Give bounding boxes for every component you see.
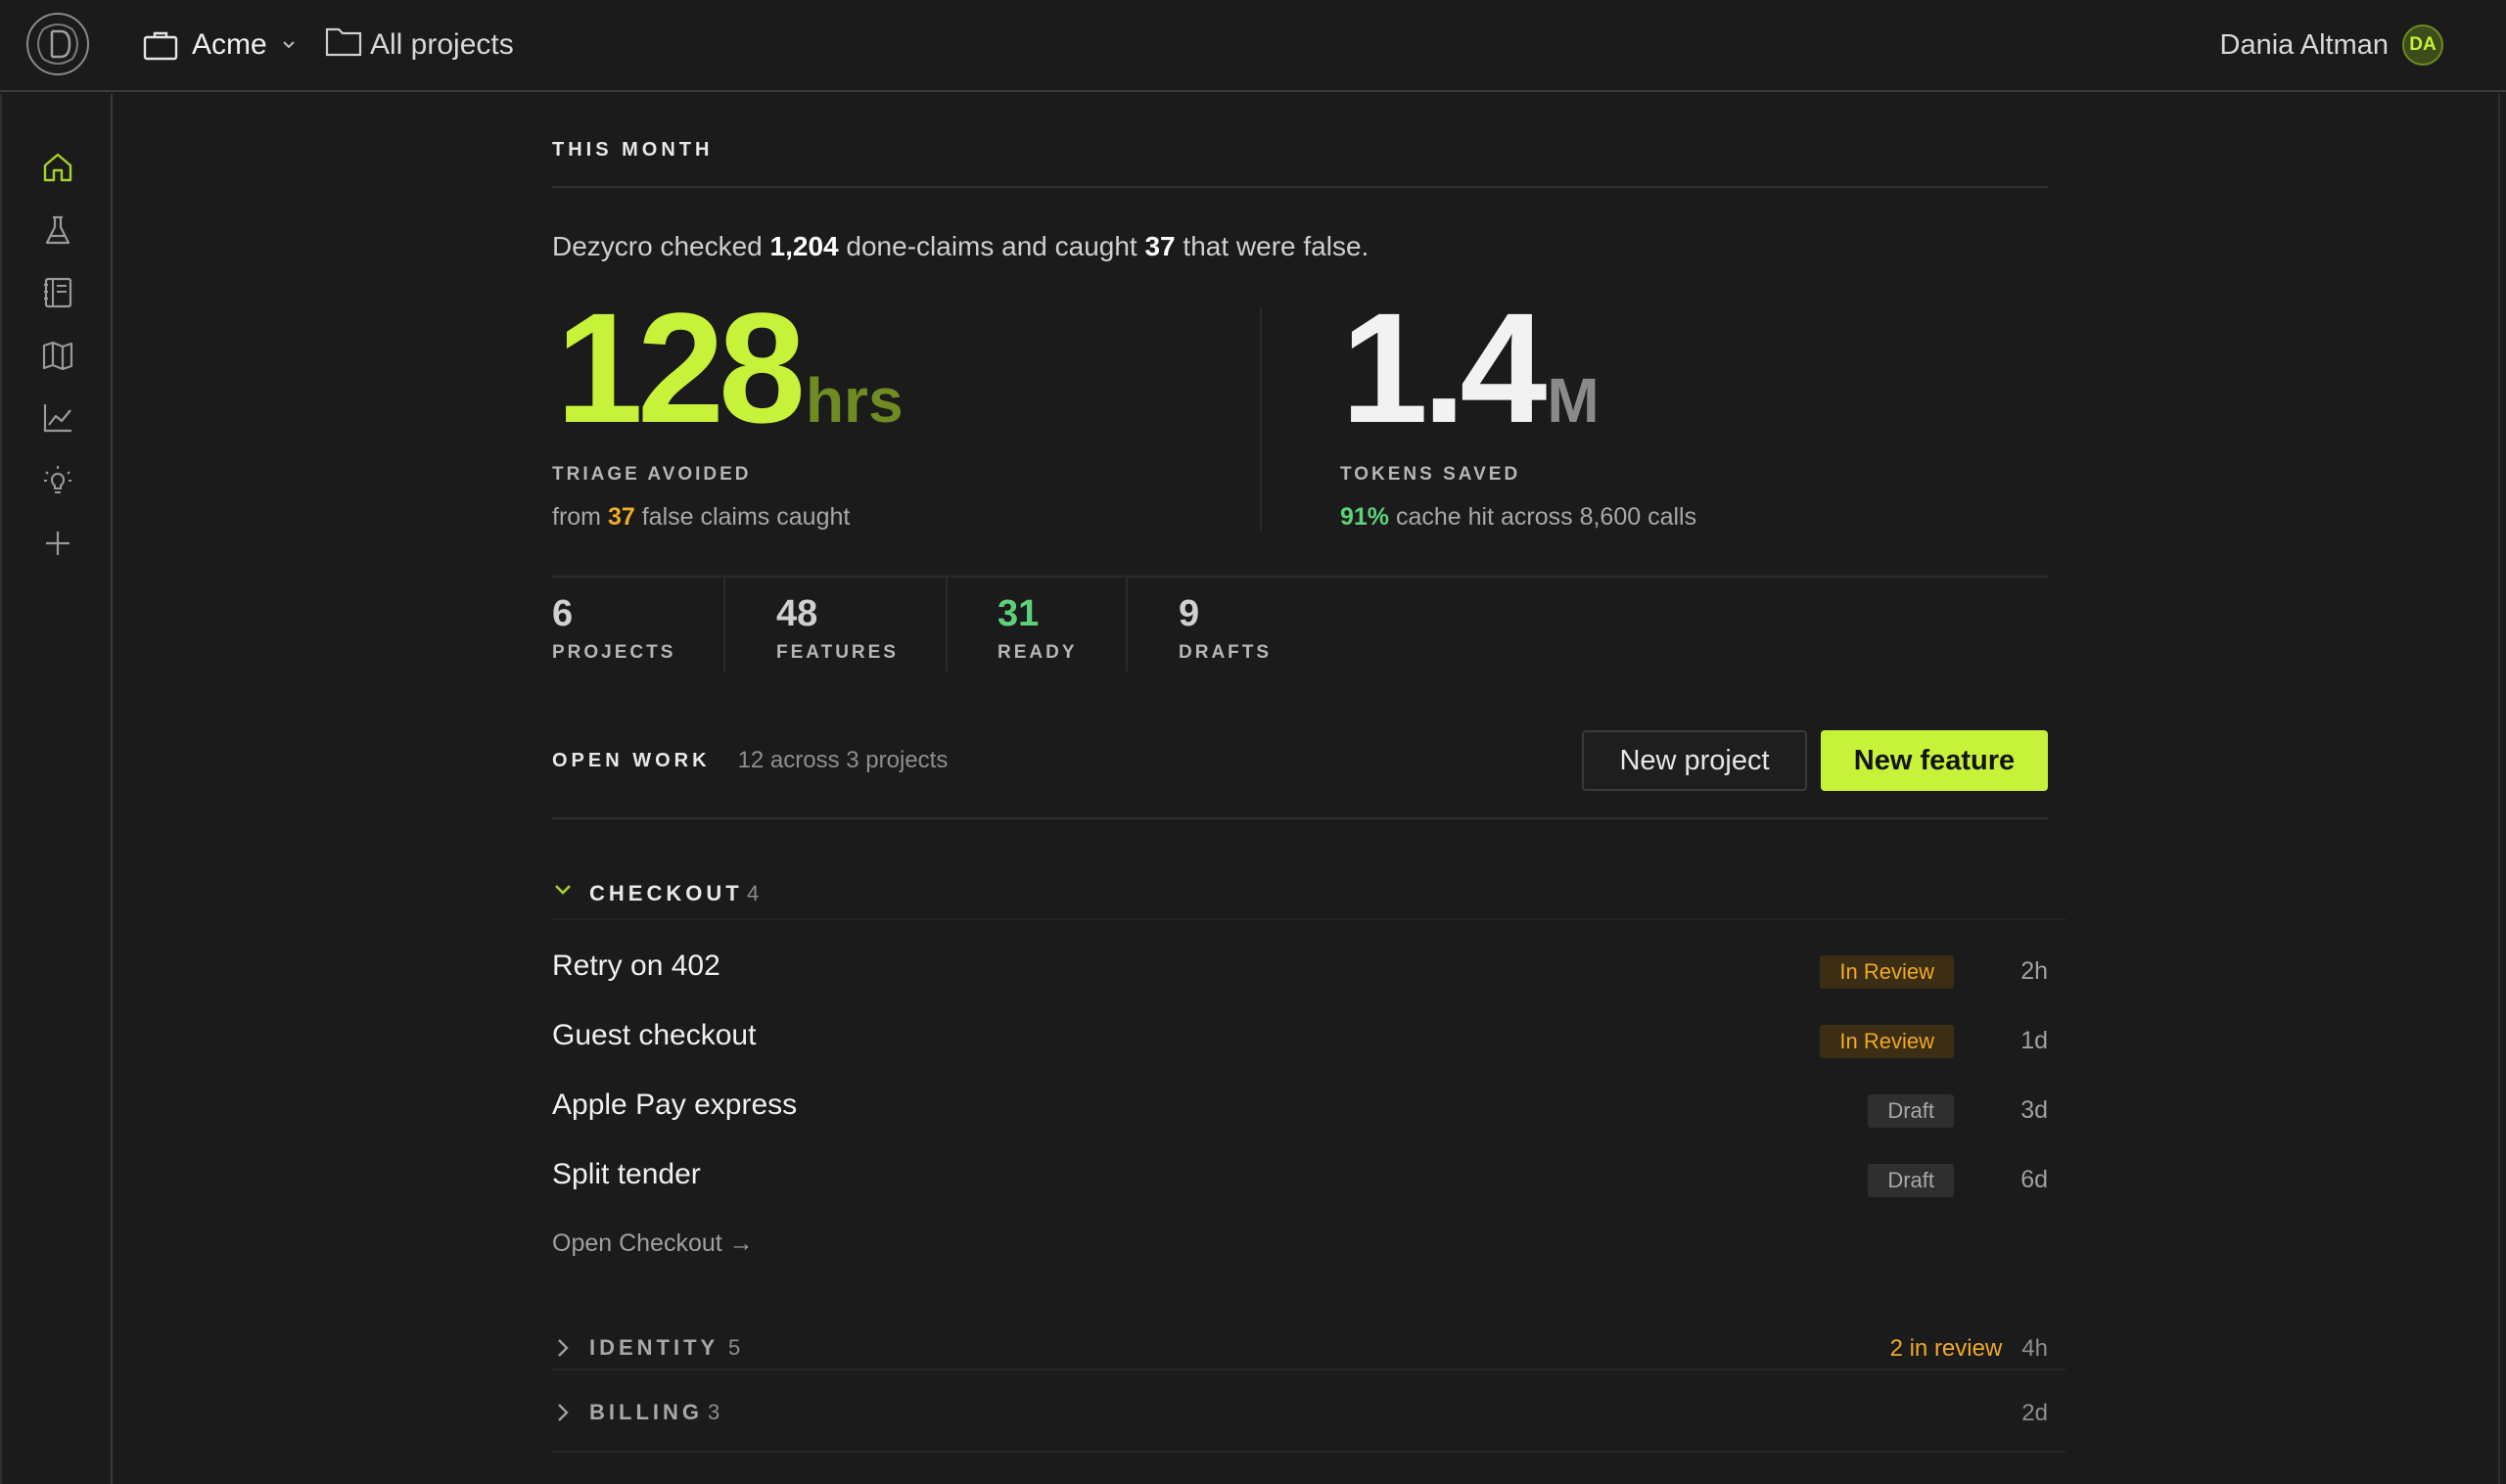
triage-sub-value: 37 bbox=[607, 503, 635, 531]
group-review-count: 2 in review bbox=[1889, 1335, 2003, 1362]
tokens-unit: M bbox=[1547, 365, 1600, 436]
open-work-title: OPEN WORK bbox=[552, 749, 711, 771]
plus-icon[interactable] bbox=[39, 525, 76, 562]
stat-label: READY bbox=[998, 642, 1078, 663]
status-badge: Draft bbox=[1868, 1094, 1954, 1128]
triage-sub: from 37 false claims caught bbox=[552, 503, 850, 532]
all-projects-label: All projects bbox=[370, 28, 514, 61]
item-title: Guest checkout bbox=[552, 1019, 757, 1051]
group-name: IDENTITY bbox=[589, 1335, 719, 1360]
group-name: CHECKOUT bbox=[589, 881, 743, 905]
stat-value: 6 bbox=[552, 593, 574, 634]
briefcase-icon bbox=[143, 29, 178, 61]
caught-count: 37 bbox=[1144, 231, 1176, 261]
chevron-right-icon bbox=[552, 1337, 574, 1364]
triage-unit: hrs bbox=[805, 365, 904, 436]
tokens-label: TOKENS SAVED bbox=[1340, 464, 1521, 485]
item-title: Apple Pay express bbox=[552, 1089, 798, 1121]
tokens-sub-suffix: cache hit across 8,600 calls bbox=[1396, 503, 1697, 531]
group-billing[interactable]: BILLING 3 2d bbox=[552, 1372, 2065, 1453]
group-meta: 2 in review 4h bbox=[1890, 1335, 2048, 1363]
triage-sub-prefix: from bbox=[552, 503, 601, 531]
triage-metric: 128 hrs bbox=[556, 290, 904, 446]
list-item[interactable]: Split tender Draft 6d bbox=[552, 1140, 2048, 1209]
group-meta: 2d bbox=[2021, 1400, 2048, 1427]
group-identity[interactable]: IDENTITY 5 2 in review 4h bbox=[552, 1320, 2065, 1370]
open-checkout-link[interactable]: Open Checkout → bbox=[552, 1229, 754, 1258]
summary-suffix: that were false. bbox=[1183, 231, 1369, 261]
all-projects-link[interactable]: All projects bbox=[325, 25, 514, 65]
group-count: 4 bbox=[747, 881, 760, 905]
group-age: 4h bbox=[2021, 1335, 2048, 1362]
right-edge-border bbox=[2498, 94, 2506, 1484]
group-checkout[interactable]: CHECKOUT 4 bbox=[552, 859, 2065, 920]
item-age: 1d bbox=[2020, 1027, 2048, 1054]
divider bbox=[552, 817, 2048, 819]
chevron-right-icon bbox=[552, 1402, 574, 1428]
sidebar bbox=[0, 94, 113, 1484]
folder-icon bbox=[325, 25, 362, 65]
group-name: BILLING bbox=[589, 1400, 703, 1424]
summary-middle: done-claims and caught bbox=[846, 231, 1137, 261]
item-age: 3d bbox=[2020, 1096, 2048, 1124]
chevron-down-icon bbox=[281, 39, 297, 51]
home-icon[interactable] bbox=[39, 149, 76, 186]
map-icon[interactable] bbox=[39, 337, 76, 374]
divider bbox=[552, 186, 2048, 188]
stat-value: 31 bbox=[998, 593, 1040, 634]
stat-value: 48 bbox=[776, 593, 818, 634]
section-title: THIS MONTH bbox=[552, 139, 714, 161]
workspace-name: Acme bbox=[192, 28, 267, 61]
flask-icon[interactable] bbox=[39, 211, 76, 249]
new-feature-button[interactable]: New feature bbox=[1821, 730, 2048, 791]
status-badge: In Review bbox=[1820, 1025, 1954, 1058]
stat-label: PROJECTS bbox=[552, 642, 676, 663]
item-age: 6d bbox=[2020, 1166, 2048, 1193]
lightbulb-icon[interactable] bbox=[39, 462, 76, 499]
list-item[interactable]: Retry on 402 In Review 2h bbox=[552, 932, 2048, 1000]
open-work-header: OPEN WORK 12 across 3 projects bbox=[552, 730, 948, 791]
new-project-button[interactable]: New project bbox=[1582, 730, 1807, 791]
group-age: 2d bbox=[2021, 1400, 2048, 1426]
status-badge: Draft bbox=[1868, 1164, 1954, 1197]
open-work-count: 12 across 3 projects bbox=[737, 747, 949, 773]
stats-row: 6 PROJECTS 48 FEATURES 31 READY 9 DRAFTS bbox=[552, 576, 2048, 675]
stat-value: 9 bbox=[1179, 593, 1200, 634]
tokens-metric: 1.4 M bbox=[1341, 290, 1600, 446]
tokens-sub: 91% cache hit across 8,600 calls bbox=[1340, 503, 1696, 532]
tokens-sub-value: 91% bbox=[1340, 503, 1390, 531]
list-item[interactable]: Apple Pay express Draft 3d bbox=[552, 1071, 2048, 1139]
group-count: 3 bbox=[708, 1400, 720, 1424]
chevron-down-icon bbox=[552, 881, 574, 904]
group-count: 5 bbox=[728, 1335, 741, 1360]
workspace-switcher[interactable]: Acme bbox=[143, 25, 297, 65]
chart-line-icon[interactable] bbox=[39, 399, 76, 437]
summary-text: Dezycro checked 1,204 done-claims and ca… bbox=[552, 231, 1369, 262]
summary-prefix: Dezycro checked bbox=[552, 231, 763, 261]
top-bar: Acme All projects Dania Altman DA bbox=[0, 0, 2506, 92]
user-name: Dania Altman bbox=[2219, 28, 2390, 61]
metric-divider bbox=[1260, 307, 1262, 531]
app-logo-icon[interactable] bbox=[23, 10, 92, 78]
checked-count: 1,204 bbox=[769, 231, 839, 261]
stat-label: DRAFTS bbox=[1179, 642, 1273, 663]
item-title: Split tender bbox=[552, 1158, 701, 1190]
item-title: Retry on 402 bbox=[552, 950, 720, 982]
status-badge: In Review bbox=[1820, 955, 1954, 989]
stat-divider bbox=[1126, 578, 1128, 672]
triage-value: 128 bbox=[556, 280, 806, 455]
user-menu[interactable]: Dania Altman DA bbox=[2219, 23, 2443, 67]
item-age: 2h bbox=[2020, 957, 2048, 985]
stat-divider bbox=[946, 578, 948, 672]
avatar: DA bbox=[2402, 24, 2443, 66]
stat-label: FEATURES bbox=[776, 642, 899, 663]
notebook-icon[interactable] bbox=[39, 274, 76, 311]
stat-divider bbox=[723, 578, 725, 672]
triage-label: TRIAGE AVOIDED bbox=[552, 464, 752, 485]
triage-sub-suffix: false claims caught bbox=[641, 503, 851, 531]
list-item[interactable]: Guest checkout In Review 1d bbox=[552, 1001, 2048, 1070]
tokens-value: 1.4 bbox=[1341, 280, 1547, 455]
